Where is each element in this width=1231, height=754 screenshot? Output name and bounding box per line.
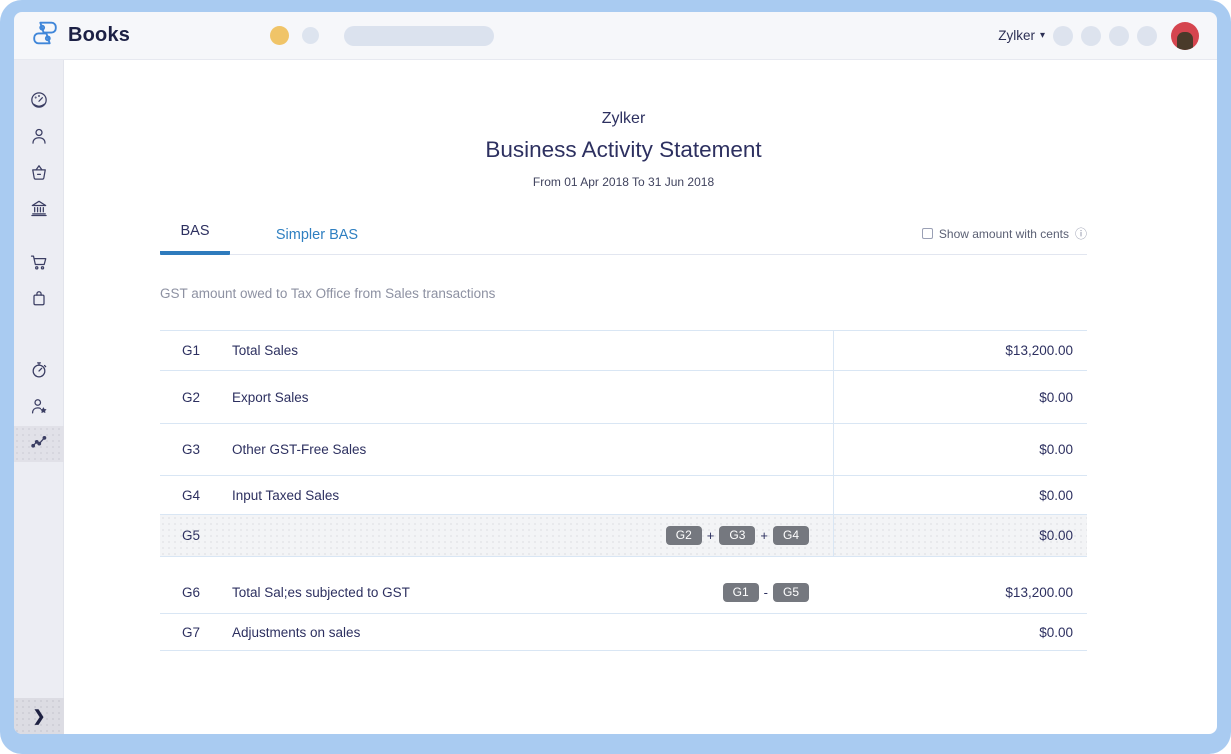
formula-operator: +	[760, 528, 768, 543]
topbar: Books Zylker ▾	[14, 12, 1217, 60]
app-body: ❯ Zylker Business Activity Statement Fro…	[14, 60, 1217, 734]
table-section-1: G1 Total Sales $13,200.00 G2 Export Sale…	[160, 330, 1087, 557]
topbar-icon-placeholder-4[interactable]	[1137, 25, 1157, 46]
chevron-down-icon: ▾	[1039, 30, 1045, 41]
row-code: G2	[182, 389, 201, 405]
row-formula: G1- G5	[722, 571, 809, 613]
org-selector-label: Zylker	[998, 28, 1035, 43]
status-dot-button[interactable]	[270, 26, 289, 45]
row-label: Other GST-Free Sales	[232, 442, 367, 457]
report-date-range: From 01 Apr 2018 To 31 Jun 2018	[532, 175, 715, 189]
sidebar-item-time-tracking[interactable]	[14, 354, 64, 390]
info-icon[interactable]: ⓘ	[1075, 225, 1087, 242]
sidebar-item-contacts[interactable]	[14, 120, 64, 156]
sales-cart-icon	[29, 252, 49, 277]
topbar-icon-placeholder-2[interactable]	[1081, 25, 1101, 46]
reports-icon	[29, 432, 49, 457]
purchases-bag-icon	[29, 288, 49, 313]
row-label: Total Sal;es subjected to GST	[232, 584, 410, 600]
topbar-icon-placeholder-3[interactable]	[1109, 25, 1129, 46]
show-cents-label: Show amount with cents	[938, 226, 1069, 241]
row-label: Adjustments on sales	[232, 624, 361, 640]
main-panel: Zylker Business Activity Statement From …	[64, 60, 1217, 734]
table-gap	[160, 557, 1087, 571]
table-row: G2 Export Sales $0.00	[160, 371, 1087, 424]
banking-icon	[29, 198, 49, 223]
org-selector[interactable]: Zylker ▾	[998, 28, 1045, 43]
formula-operator: +	[706, 528, 715, 543]
user-avatar[interactable]	[1171, 21, 1199, 50]
row-code: G3	[182, 442, 201, 457]
row-label: Total Sales	[232, 343, 299, 358]
table-row: G1 Total Sales $13,200.00	[160, 330, 1087, 371]
brand-name: Books	[68, 24, 131, 46]
app-window: Books Zylker ▾ ❯ Zylker Business Activit…	[14, 12, 1217, 734]
items-icon	[29, 162, 49, 187]
row-label: Input Taxed Sales	[232, 487, 340, 503]
page-title: Business Activity Statement	[485, 137, 762, 162]
show-cents-toggle[interactable]: Show amount with cents ⓘ	[921, 225, 1087, 254]
accountant-icon	[29, 396, 49, 421]
topbar-icon-placeholder-1[interactable]	[1053, 25, 1073, 46]
table-row: G3 Other GST-Free Sales $0.00	[160, 424, 1087, 476]
row-amount: $0.00	[833, 515, 1087, 556]
row-amount: $0.00	[833, 424, 1087, 475]
table-row: G6 Total Sal;es subjected to GST G1- G5 $…	[160, 571, 1087, 614]
sidebar-collapse-button[interactable]: ❯	[14, 698, 64, 734]
row-code: G1	[182, 343, 201, 358]
sidebar-item-sales[interactable]	[14, 246, 64, 282]
time-tracking-icon	[29, 360, 49, 385]
table-row: G7 Adjustments on sales $0.00	[160, 614, 1087, 651]
avatar-figure	[1177, 31, 1193, 50]
row-code: G7	[182, 624, 201, 640]
tab-simpler-bas[interactable]: Simpler BAS	[262, 219, 372, 255]
row-formula: G2 + G3 + G4	[665, 515, 809, 556]
row-code: G5	[182, 528, 201, 543]
sidebar-item-accountant[interactable]	[14, 390, 64, 426]
brand-logo[interactable]: Books	[30, 18, 270, 53]
report-content: Zylker Business Activity Statement From …	[160, 60, 1087, 651]
sidebar-item-dashboard[interactable]	[14, 84, 64, 120]
row-label	[232, 515, 666, 556]
table-section-2: G6 Total Sal;es subjected to GST G1- G5 $…	[160, 571, 1087, 651]
search-input[interactable]	[344, 25, 494, 46]
show-cents-checkbox[interactable]	[921, 228, 933, 239]
table-row: G4 Input Taxed Sales $0.00	[160, 476, 1087, 515]
chevron-right-icon: ❯	[32, 708, 46, 725]
row-amount: $13,200.00	[1005, 584, 1073, 600]
row-label: Export Sales	[232, 389, 309, 405]
section-heading: GST amount owed to Tax Office from Sales…	[160, 286, 496, 301]
row-code: G6	[182, 584, 201, 600]
formula-chip: G3	[719, 526, 756, 545]
row-amount: $0.00	[833, 476, 1087, 514]
formula-chip: G4	[772, 526, 809, 545]
sidebar: ❯	[14, 60, 64, 734]
bas-table: G1 Total Sales $13,200.00 G2 Export Sale…	[160, 330, 1087, 651]
table-row: G5 G2 + G3 + G4 $0.00	[160, 515, 1087, 557]
dashboard-icon	[29, 90, 49, 115]
books-logo-icon	[30, 18, 60, 53]
formula-chip: G5	[772, 582, 809, 602]
tab-bas[interactable]: BAS	[160, 215, 230, 255]
row-amount: $13,200.00	[833, 331, 1087, 370]
report-org-name: Zylker	[601, 110, 646, 127]
formula-chip: G1	[722, 582, 759, 602]
row-amount: $0.00	[1039, 624, 1073, 640]
help-dot-button[interactable]	[302, 27, 319, 44]
tabbar: BAS Simpler BAS Show amount with cents ⓘ	[160, 215, 1087, 255]
row-amount: $0.00	[833, 371, 1087, 423]
sidebar-item-banking[interactable]	[14, 192, 64, 228]
window-frame: Books Zylker ▾ ❯ Zylker Business Activit…	[0, 0, 1231, 754]
sidebar-item-reports[interactable]	[14, 426, 64, 462]
sidebar-item-items[interactable]	[14, 156, 64, 192]
row-code: G4	[182, 487, 201, 503]
formula-chip: G2	[665, 526, 702, 545]
formula-operator: -	[763, 584, 768, 600]
sidebar-item-purchases[interactable]	[14, 282, 64, 318]
contacts-icon	[29, 126, 49, 151]
